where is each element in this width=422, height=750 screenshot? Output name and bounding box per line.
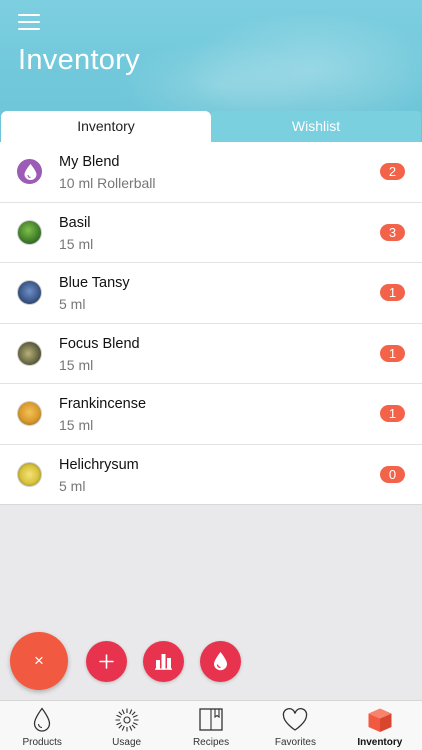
list-item[interactable]: Frankincense 15 ml 1	[0, 384, 422, 445]
segment-tabs: Inventory Wishlist	[0, 111, 422, 142]
heart-icon	[283, 708, 308, 731]
hamburger-menu-icon[interactable]	[18, 14, 40, 30]
tab-inventory-nav[interactable]: Inventory	[338, 701, 422, 750]
tab-label: Favorites	[274, 737, 316, 748]
count-badge: 1	[380, 344, 405, 362]
tab-products[interactable]: Products	[0, 701, 84, 750]
count-badge: 2	[380, 163, 405, 180]
tab-label: Usage	[112, 737, 142, 748]
flower-icon	[115, 708, 139, 732]
bar-chart-icon	[155, 654, 172, 670]
tab-label: Recipes	[192, 737, 230, 748]
item-size: 15 ml	[59, 235, 94, 252]
book-icon	[199, 708, 223, 731]
product-thumbnail	[17, 280, 42, 305]
item-name: Blue Tansy	[59, 275, 130, 291]
item-name: Basil	[59, 214, 91, 231]
item-name: Focus Blend	[59, 335, 140, 352]
list-item[interactable]: Helichrysum 5 ml 0	[0, 445, 422, 505]
tab-label: Inventory	[357, 737, 403, 748]
item-size: 5 ml	[59, 296, 86, 312]
item-size: 10 ml Rollerball	[59, 175, 156, 191]
count-badge: 1	[380, 284, 405, 301]
tab-usage[interactable]: Usage	[84, 701, 168, 750]
count-badge: 0	[380, 465, 405, 483]
item-size: 15 ml	[59, 356, 94, 373]
product-thumbnail	[17, 401, 42, 426]
list-item[interactable]: Basil 15 ml 3	[0, 203, 422, 263]
add-product-button[interactable]	[200, 641, 241, 682]
item-size: 15 ml	[59, 417, 94, 433]
inventory-list: My Blend 10 ml Rollerball 2 Basil 15 ml …	[0, 142, 422, 505]
close-icon: ×	[34, 651, 44, 670]
box-icon	[368, 708, 392, 732]
product-thumbnail	[17, 219, 42, 245]
list-item[interactable]: Focus Blend 15 ml 1	[0, 324, 422, 384]
drop-icon	[214, 652, 227, 671]
add-button[interactable]	[86, 641, 127, 682]
item-size: 5 ml	[59, 477, 86, 494]
count-badge: 1	[380, 405, 405, 422]
item-name: Frankincense	[59, 396, 147, 412]
add-icon	[99, 654, 114, 669]
list-item[interactable]: My Blend 10 ml Rollerball 2	[0, 142, 422, 203]
item-name: Helichrysum	[59, 456, 139, 473]
stats-button[interactable]	[143, 641, 184, 682]
tab-label: Products	[22, 737, 62, 748]
product-thumbnail	[17, 461, 42, 487]
page-title: Inventory	[18, 44, 140, 76]
drop-icon	[17, 159, 42, 184]
bottom-tab-bar: Products Usage Recipes Favorites Invento…	[0, 700, 422, 750]
product-thumbnail	[17, 340, 42, 366]
count-badge: 3	[380, 223, 405, 241]
tab-wishlist[interactable]: Wishlist	[211, 111, 421, 142]
drop-outline-icon	[34, 707, 51, 732]
tab-favorites[interactable]: Favorites	[253, 701, 337, 750]
item-name: My Blend	[59, 154, 120, 170]
list-item[interactable]: Blue Tansy 5 ml 1	[0, 263, 422, 324]
tab-inventory[interactable]: Inventory	[1, 111, 211, 142]
tab-recipes[interactable]: Recipes	[169, 701, 253, 750]
close-fab-button[interactable]: ×	[10, 632, 68, 690]
